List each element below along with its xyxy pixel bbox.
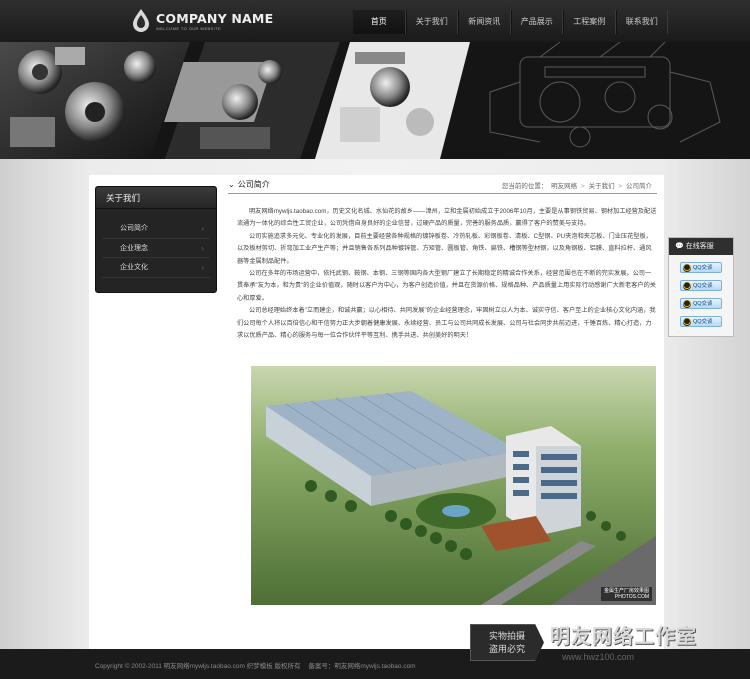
- breadcrumb-separator: >: [618, 183, 623, 190]
- article-paragraph: 公司在多年的市场运营中，依托武钢、鞍钢、本钢、三钢等国内各大型钢厂建立了长期稳定…: [237, 270, 656, 302]
- factory-photo: 金属生产厂房效果图 PHOTOS.COM: [251, 366, 656, 605]
- nav-about[interactable]: 关于我们: [405, 10, 458, 34]
- chevron-right-icon: ›: [201, 243, 204, 253]
- hero-banner: [0, 42, 750, 159]
- logo-tagline: WELCOME TO OUR WEBSITE: [156, 26, 222, 31]
- logo[interactable]: COMPANY NAME WELCOME TO OUR WEBSITE: [132, 7, 273, 37]
- chevron-right-icon: ›: [201, 224, 204, 233]
- breadcrumb-separator: >: [580, 183, 585, 190]
- chevron-right-icon: ›: [201, 263, 204, 272]
- sidebar-item-culture[interactable]: 企业文化 ›: [102, 258, 210, 278]
- qq-button-label: QQ交谈: [693, 265, 713, 271]
- engine-banner-image: [0, 42, 750, 159]
- watermark-line: 实物拍摄: [488, 631, 525, 641]
- photo-caption-line: PHOTOS.COM: [614, 594, 649, 600]
- footer: Copyright © 2002-2011 明友网络mywljs.taobao.…: [0, 649, 750, 679]
- page-title-text: 公司简介: [237, 180, 270, 189]
- article-paragraph: 公司实施追求多元化、专业化的发展，目前主要经营各种规格的镀锌板卷、冷热轧板、彩钢…: [237, 232, 652, 265]
- main-header: ⌄ 公司简介 您当前的位置： 明友网络 > 关于我们 > 公司简介: [228, 177, 657, 194]
- breadcrumb-prefix: 您当前的位置：: [501, 183, 548, 190]
- chat-bubble-icon: 💬: [675, 243, 684, 250]
- logo-name: COMPANY NAME: [156, 11, 274, 26]
- watermark-brand: 明友网络工作室: [550, 626, 697, 648]
- qq-penguin-icon: [683, 300, 691, 308]
- article-paragraph: 公司总经理始终本着"立而建企，和诚共赢；以心相待、共同发展"的企业经营理念，牢固…: [237, 307, 656, 340]
- sidebar-item-label: 企业文化: [120, 264, 148, 271]
- qq-button-label: QQ交谈: [693, 319, 713, 325]
- chevron-down-icon: ⌄: [228, 180, 235, 189]
- copyright-text: Copyright © 2002-2011 明友网络mywljs.taobao.…: [95, 663, 301, 670]
- watermark-badge: 实物拍摄 盗用必究: [470, 624, 544, 661]
- qq-penguin-icon: [683, 264, 691, 272]
- sidebar-title: 关于我们: [96, 187, 216, 209]
- sidebar-list: 公司简介 › 企业理念 › 企业文化 ›: [96, 209, 216, 278]
- breadcrumb-current: 公司简介: [626, 183, 652, 190]
- nav-news[interactable]: 新闻资讯: [458, 10, 511, 34]
- qq-penguin-icon: [683, 318, 691, 326]
- main-nav: 首页 关于我们 新闻资讯 产品展示 工程案例 联系我们: [353, 10, 668, 34]
- logo-drop-icon: [133, 9, 149, 32]
- nav-contact[interactable]: 联系我们: [615, 10, 668, 34]
- qq-chat-button[interactable]: QQ交谈: [680, 316, 722, 327]
- qq-chat-button[interactable]: QQ交谈: [680, 298, 722, 309]
- icp-text: 备案号：明友网络mywljs.taobao.com: [308, 663, 416, 670]
- watermark-line: 盗用必究: [488, 644, 525, 654]
- sidebar-item-label: 企业理念: [120, 244, 148, 252]
- article-paragraph: 明友网络mywljs.taobao.com，历史文化名城、水仙花的故乡——漳州，…: [237, 208, 657, 228]
- factory-rendering-image: [251, 366, 656, 605]
- service-title-text: 在线客服: [685, 243, 714, 250]
- nav-cases[interactable]: 工程案例: [563, 10, 616, 34]
- top-bar: COMPANY NAME WELCOME TO OUR WEBSITE 首页 关…: [0, 0, 750, 42]
- footer-text: Copyright © 2002-2011 明友网络mywljs.taobao.…: [95, 660, 422, 670]
- photo-caption: 金属生产厂房效果图 PHOTOS.COM: [600, 587, 652, 601]
- sidebar-item-label: 公司简介: [120, 225, 148, 232]
- qq-penguin-icon: [683, 282, 691, 290]
- watermark-url: www.hwz100.com: [562, 652, 635, 662]
- nav-home[interactable]: 首页: [353, 10, 406, 34]
- breadcrumb-link-home[interactable]: 明友网络: [551, 183, 577, 190]
- sidebar-item-company-profile[interactable]: 公司简介 ›: [102, 219, 210, 239]
- sidebar-item-philosophy[interactable]: 企业理念 ›: [102, 239, 210, 258]
- service-title: 💬 在线客服: [669, 238, 733, 255]
- breadcrumb-link-about[interactable]: 关于我们: [589, 183, 615, 190]
- qq-button-label: QQ交谈: [693, 283, 713, 289]
- qq-chat-button[interactable]: QQ交谈: [680, 280, 722, 291]
- online-service-widget: 💬 在线客服 QQ交谈 QQ交谈 QQ交谈 QQ交谈: [668, 237, 734, 337]
- breadcrumb: 您当前的位置： 明友网络 > 关于我们 > 公司简介: [501, 180, 653, 190]
- qq-button-label: QQ交谈: [693, 301, 713, 307]
- qq-chat-button[interactable]: QQ交谈: [680, 262, 722, 273]
- article-body: 明友网络mywljs.taobao.com，历史文化名城、水仙花的故乡——漳州，…: [237, 206, 657, 342]
- sidebar: 关于我们 公司简介 › 企业理念 › 企业文化 ›: [95, 186, 217, 293]
- page-title: ⌄ 公司简介: [228, 179, 270, 190]
- nav-products[interactable]: 产品展示: [510, 10, 563, 34]
